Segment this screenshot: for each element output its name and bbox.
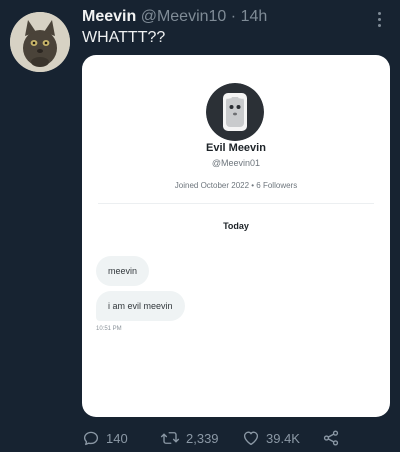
date-divider: Today <box>223 221 249 231</box>
separator: · <box>230 8 237 25</box>
retweet-count: 2,339 <box>186 430 219 446</box>
more-icon[interactable] <box>374 8 384 30</box>
reply-button[interactable]: 140 <box>82 429 128 447</box>
message-bubble: i am evil meevin <box>96 291 185 321</box>
retweet-icon <box>160 432 180 444</box>
tweet-actions: 140 2,339 39.4K <box>82 426 392 450</box>
timestamp[interactable]: 14h <box>241 8 268 25</box>
tweet-text: WHATTT?? <box>82 29 166 46</box>
share-icon <box>323 430 339 446</box>
reply-count: 140 <box>106 430 128 446</box>
message-time: 10:51 PM <box>96 326 122 332</box>
reply-icon <box>83 431 99 446</box>
avatar[interactable] <box>10 12 70 72</box>
divider <box>98 203 374 204</box>
user-handle[interactable]: @Meevin10 <box>141 8 227 25</box>
heart-icon <box>243 431 259 446</box>
profile-name: Evil Meevin <box>206 142 266 154</box>
tweet[interactable]: Meevin @Meevin10 · 14h WHATTT?? Evil Mee… <box>0 0 400 452</box>
profile-meta: Joined October 2022 • 6 Followers <box>174 181 298 190</box>
cat-avatar-image <box>10 12 70 72</box>
tweet-header: Meevin @Meevin10 · 14h <box>82 6 370 28</box>
attached-image[interactable]: Evil Meevin @Meevin01 Joined October 202… <box>82 55 390 417</box>
retweet-button[interactable]: 2,339 <box>160 429 219 447</box>
like-count: 39.4K <box>266 430 300 446</box>
like-button[interactable]: 39.4K <box>242 429 300 447</box>
evil-avatar-image <box>206 83 264 141</box>
profile-avatar <box>206 83 264 141</box>
display-name[interactable]: Meevin <box>82 8 136 25</box>
share-button[interactable] <box>322 429 340 447</box>
profile-handle: @Meevin01 <box>211 158 261 168</box>
message-bubble: meevin <box>96 256 150 286</box>
